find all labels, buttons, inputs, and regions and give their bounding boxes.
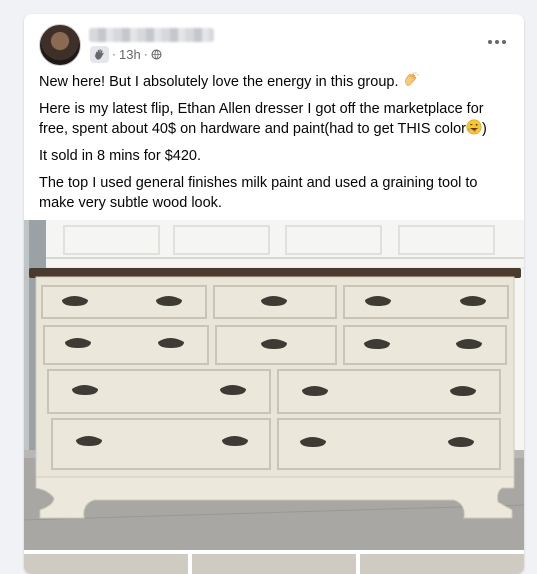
post-paragraph: The top I used general finishes milk pai… — [39, 175, 478, 211]
post-meta: · 13h · — [90, 45, 162, 63]
post-timestamp[interactable]: 13h — [119, 47, 141, 62]
white-painted-dresser-photo[interactable] — [24, 220, 524, 550]
author-name-redacted[interactable] — [89, 28, 214, 42]
clapping-hands-emoji — [404, 72, 418, 86]
new-member-wave-icon[interactable] — [90, 45, 109, 63]
tongue-out-wink-emoji — [466, 119, 482, 135]
post-text: New here! But I absolutely love the ener… — [39, 72, 514, 220]
more-options-icon — [488, 40, 492, 44]
meta-separator: · — [143, 47, 148, 61]
post-header: · 13h · — [24, 14, 524, 68]
more-options-button[interactable] — [484, 32, 510, 52]
post-card: · 13h · New here! But I absolutely love … — [24, 14, 524, 574]
photo-thumbnail[interactable] — [24, 554, 188, 574]
globe-icon[interactable] — [151, 48, 162, 60]
photo-thumbnail[interactable] — [192, 554, 356, 574]
photo-thumbnails — [24, 554, 524, 574]
meta-separator: · — [112, 47, 116, 61]
author-avatar[interactable] — [39, 24, 81, 66]
post-paragraph: It sold in 8 mins for $420. — [39, 148, 201, 164]
post-paragraph: New here! But I absolutely love the ener… — [39, 72, 514, 92]
photo-thumbnail[interactable] — [360, 554, 524, 574]
post-paragraph: Here is my latest flip, Ethan Allen dres… — [39, 101, 487, 137]
